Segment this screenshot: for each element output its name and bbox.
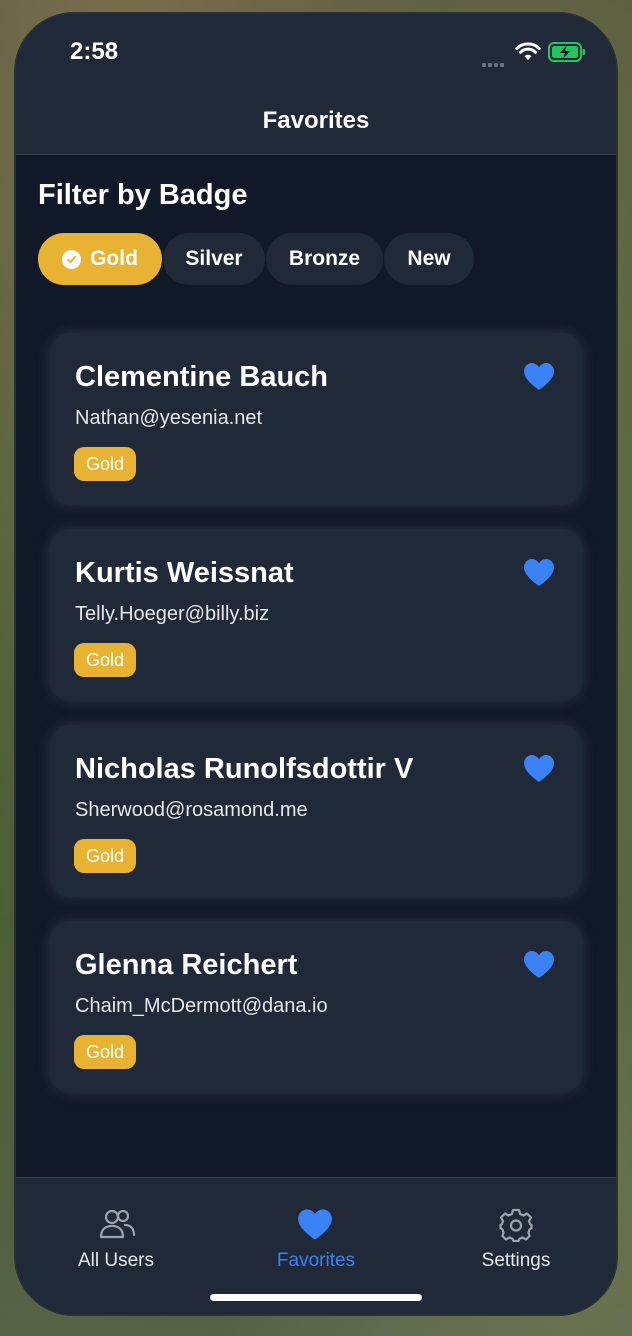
badge-label: Gold (74, 643, 137, 677)
tab-label: Favorites (276, 1250, 356, 1271)
tab-label: Settings (481, 1250, 551, 1271)
tab-all-users[interactable]: All Users (16, 1178, 216, 1278)
navigation-bar: Favorites (16, 98, 616, 155)
tab-settings[interactable]: Settings (416, 1178, 616, 1278)
favorite-heart-icon[interactable] (523, 362, 555, 396)
battery-charging-icon (548, 42, 586, 67)
favorite-heart-icon[interactable] (523, 950, 555, 984)
filter-chip-bronze[interactable]: Bronze (266, 233, 383, 285)
filter-chip-label: Bronze (288, 247, 361, 270)
filter-chip-label: Gold (90, 247, 138, 270)
home-indicator (210, 1294, 422, 1301)
user-card[interactable]: Glenna Reichert Chaim_McDermott@dana.io … (50, 921, 582, 1093)
favorite-heart-icon[interactable] (523, 754, 555, 788)
page-title: Favorites (262, 107, 370, 134)
user-card[interactable]: Clementine Bauch Nathan@yesenia.net Gold (50, 333, 582, 505)
status-time: 2:58 (70, 38, 119, 65)
badge-label: Gold (74, 447, 137, 481)
user-email: Chaim_McDermott@dana.io (75, 995, 328, 1017)
badge-label: Gold (74, 1035, 137, 1069)
user-name: Kurtis Weissnat (75, 557, 294, 589)
filter-chip-gold[interactable]: Gold (38, 233, 162, 285)
user-card[interactable]: Kurtis Weissnat Telly.Hoeger@billy.biz G… (50, 529, 582, 701)
filter-chip-label: New (407, 247, 451, 270)
gear-icon (499, 1208, 533, 1247)
checkmark-icon (62, 249, 82, 269)
user-email: Nathan@yesenia.net (75, 407, 263, 429)
user-email: Sherwood@rosamond.me (75, 799, 308, 821)
user-card[interactable]: Nicholas Runolfsdottir V Sherwood@rosamo… (50, 725, 582, 897)
heart-icon (297, 1208, 333, 1246)
tab-label: All Users (77, 1250, 154, 1271)
wifi-icon (515, 42, 541, 67)
user-name: Clementine Bauch (75, 361, 328, 393)
user-name: Glenna Reichert (75, 949, 298, 981)
cellular-signal-icon (482, 54, 506, 72)
filter-chip-label: Silver (185, 247, 243, 270)
phone-screen: 2:58 Favorites Filter by Badge Gold Silv… (16, 14, 616, 1314)
filter-heading: Filter by Badge (38, 179, 248, 211)
user-email: Telly.Hoeger@billy.biz (75, 603, 270, 625)
favorites-content: Filter by Badge Gold Silver Bronze New C… (16, 155, 616, 1177)
user-name: Nicholas Runolfsdottir V (75, 753, 414, 785)
filter-chip-silver[interactable]: Silver (163, 233, 265, 285)
status-bar: 2:58 (16, 14, 616, 98)
favorite-heart-icon[interactable] (523, 558, 555, 592)
badge-label: Gold (74, 839, 137, 873)
users-icon (98, 1208, 136, 1245)
filter-chip-new[interactable]: New (384, 233, 474, 285)
tab-favorites[interactable]: Favorites (216, 1178, 416, 1278)
